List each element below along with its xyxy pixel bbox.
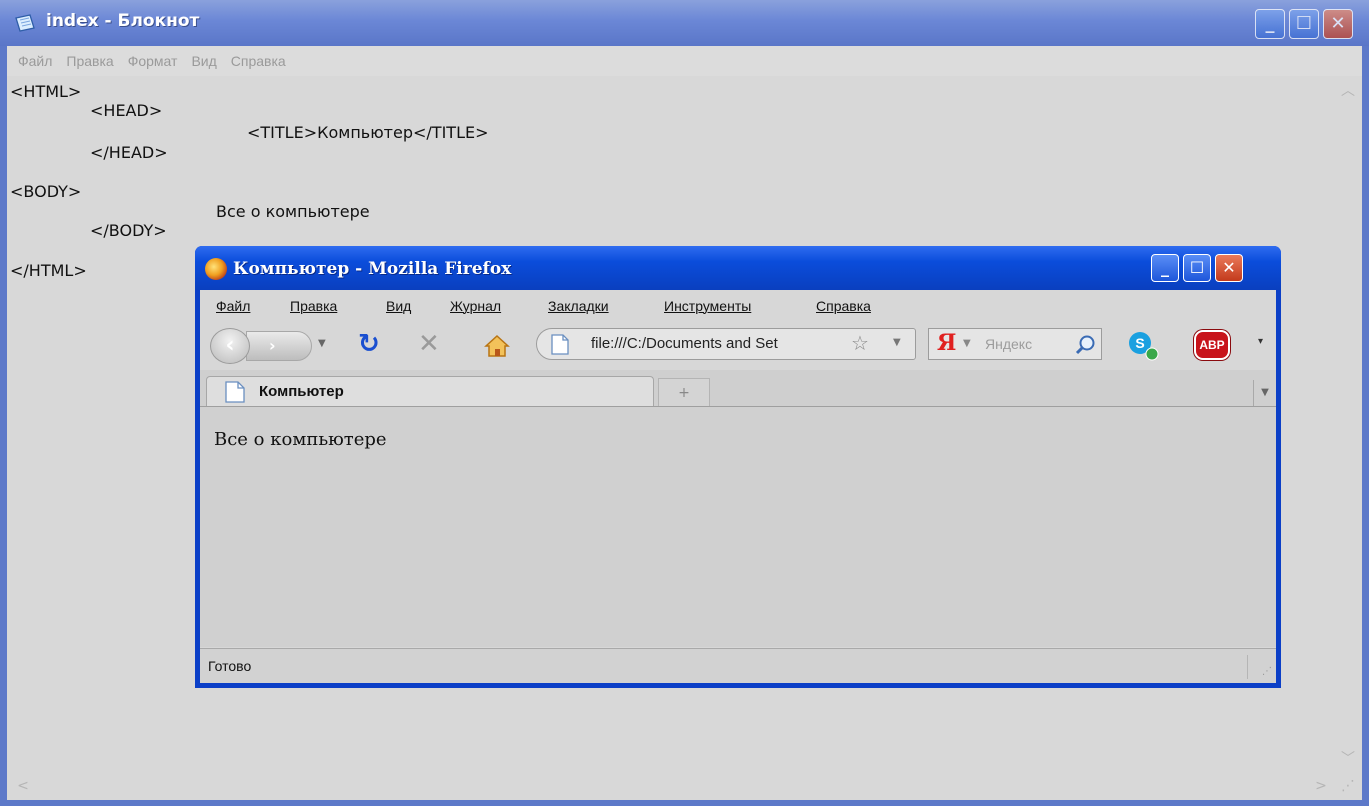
status-bar: Готово ⋰: [200, 648, 1276, 683]
svg-text:S: S: [1135, 335, 1144, 351]
history-dropdown-icon[interactable]: ▼: [318, 338, 326, 349]
maximize-icon: ☐: [1189, 258, 1205, 277]
plus-icon: +: [678, 385, 690, 401]
scroll-down-icon[interactable]: ﹀: [1336, 748, 1360, 768]
firefox-title: Компьютер - Mozilla Firefox: [233, 259, 512, 279]
status-text: Готово: [208, 658, 252, 674]
abp-icon[interactable]: ABP: [1194, 330, 1230, 360]
minimize-icon: _: [1161, 258, 1169, 277]
menu-view[interactable]: Вид: [386, 298, 411, 314]
back-forward-group: › ‹ ▼: [210, 328, 342, 364]
toolbar-overflow-icon[interactable]: ▾: [1258, 336, 1263, 347]
navigation-toolbar: › ‹ ▼ ↻ ✕ file:///C:/Documents and Set ☆: [200, 322, 1276, 368]
firefox-titlebar[interactable]: Компьютер - Mozilla Firefox _ ☐ ✕: [195, 246, 1281, 290]
code-line: <HEAD>: [90, 101, 163, 120]
menu-file[interactable]: Файл: [216, 298, 250, 314]
notepad-titlebar[interactable]: index - Блокнот _ ☐ ✕: [0, 0, 1369, 46]
scroll-up-icon[interactable]: ︿: [1336, 80, 1360, 100]
menu-tools[interactable]: Инструменты: [664, 298, 751, 314]
menu-bookmarks[interactable]: Закладки: [548, 298, 609, 314]
notepad-menubar: Файл Правка Формат Вид Справка: [7, 46, 1362, 77]
menu-edit[interactable]: Правка: [59, 46, 120, 76]
code-line: Все о компьютере: [216, 202, 370, 221]
stop-icon[interactable]: ✕: [418, 328, 440, 360]
firefox-window: Компьютер - Mozilla Firefox _ ☐ ✕ Файл П…: [195, 246, 1281, 688]
resize-grip-icon[interactable]: ⋰: [1336, 778, 1360, 794]
menu-history[interactable]: Журнал: [450, 298, 501, 314]
maximize-button[interactable]: ☐: [1183, 254, 1211, 282]
page-content[interactable]: Все о компьютере: [200, 407, 1276, 647]
scroll-right-icon[interactable]: >: [1309, 778, 1333, 794]
horizontal-scrollbar[interactable]: < > ⋰: [7, 774, 1362, 800]
menu-help[interactable]: Справка: [816, 298, 871, 314]
address-bar[interactable]: file:///C:/Documents and Set ☆ ▼: [536, 328, 916, 360]
resize-grip-icon[interactable]: ⋰: [1247, 655, 1272, 679]
page-icon: [225, 381, 245, 403]
skype-icon[interactable]: S: [1126, 330, 1160, 362]
notepad-title: index - Блокнот: [46, 11, 200, 31]
search-icon[interactable]: [1075, 334, 1097, 356]
search-box[interactable]: Я ▼ Яндекс: [928, 328, 1102, 360]
forward-button[interactable]: ›: [246, 331, 312, 361]
firefox-client-area: Файл Правка Вид Журнал Закладки Инструме…: [200, 290, 1276, 683]
close-icon: ✕: [1222, 258, 1236, 277]
page-text: Все о компьютере: [214, 429, 387, 450]
menu-help[interactable]: Справка: [224, 46, 293, 76]
new-tab-button[interactable]: +: [658, 378, 710, 406]
maximize-icon: ☐: [1295, 13, 1313, 34]
code-line: <BODY>: [10, 182, 82, 201]
code-line: </HEAD>: [90, 143, 168, 162]
reload-icon[interactable]: ↻: [358, 328, 380, 360]
close-button[interactable]: ✕: [1323, 9, 1353, 39]
scroll-left-icon[interactable]: <: [11, 778, 35, 794]
minimize-icon: _: [1265, 13, 1275, 34]
notepad-icon: [15, 14, 35, 32]
tab-label: Компьютер: [259, 383, 344, 400]
tab-bar: Компьютер + ▼: [200, 370, 1276, 407]
star-icon[interactable]: ☆: [851, 331, 869, 355]
code-line: </HTML>: [10, 261, 87, 280]
tab-computer[interactable]: Компьютер: [206, 376, 654, 406]
url-text: file:///C:/Documents and Set: [591, 335, 778, 352]
close-button[interactable]: ✕: [1215, 254, 1243, 282]
back-arrow-icon: ‹: [225, 333, 235, 358]
menu-view[interactable]: Вид: [184, 46, 223, 76]
menu-edit[interactable]: Правка: [290, 298, 337, 314]
vertical-scrollbar[interactable]: ︿ ﹀: [1336, 76, 1362, 770]
minimize-button[interactable]: _: [1151, 254, 1179, 282]
menu-format[interactable]: Формат: [121, 46, 185, 76]
firefox-icon: [205, 258, 227, 280]
search-input[interactable]: Яндекс: [985, 336, 1032, 352]
firefox-menubar: Файл Правка Вид Журнал Закладки Инструме…: [200, 290, 1276, 322]
chevron-down-icon: ▼: [1261, 387, 1269, 398]
code-line: <TITLE>Компьютер</TITLE>: [247, 123, 489, 142]
close-icon: ✕: [1330, 13, 1346, 34]
tab-list-button[interactable]: ▼: [1253, 380, 1276, 406]
url-dropdown-icon[interactable]: ▼: [893, 337, 901, 348]
code-line: </BODY>: [90, 221, 167, 240]
code-line: <HTML>: [10, 82, 82, 101]
engine-dropdown-icon[interactable]: ▼: [963, 338, 971, 349]
maximize-button[interactable]: ☐: [1289, 9, 1319, 39]
forward-arrow-icon: ›: [269, 336, 276, 355]
minimize-button[interactable]: _: [1255, 9, 1285, 39]
home-icon[interactable]: [484, 334, 510, 358]
back-button[interactable]: ‹: [210, 328, 250, 364]
yandex-icon[interactable]: Я: [937, 330, 956, 356]
menu-file[interactable]: Файл: [11, 46, 59, 76]
page-icon: [551, 334, 569, 355]
